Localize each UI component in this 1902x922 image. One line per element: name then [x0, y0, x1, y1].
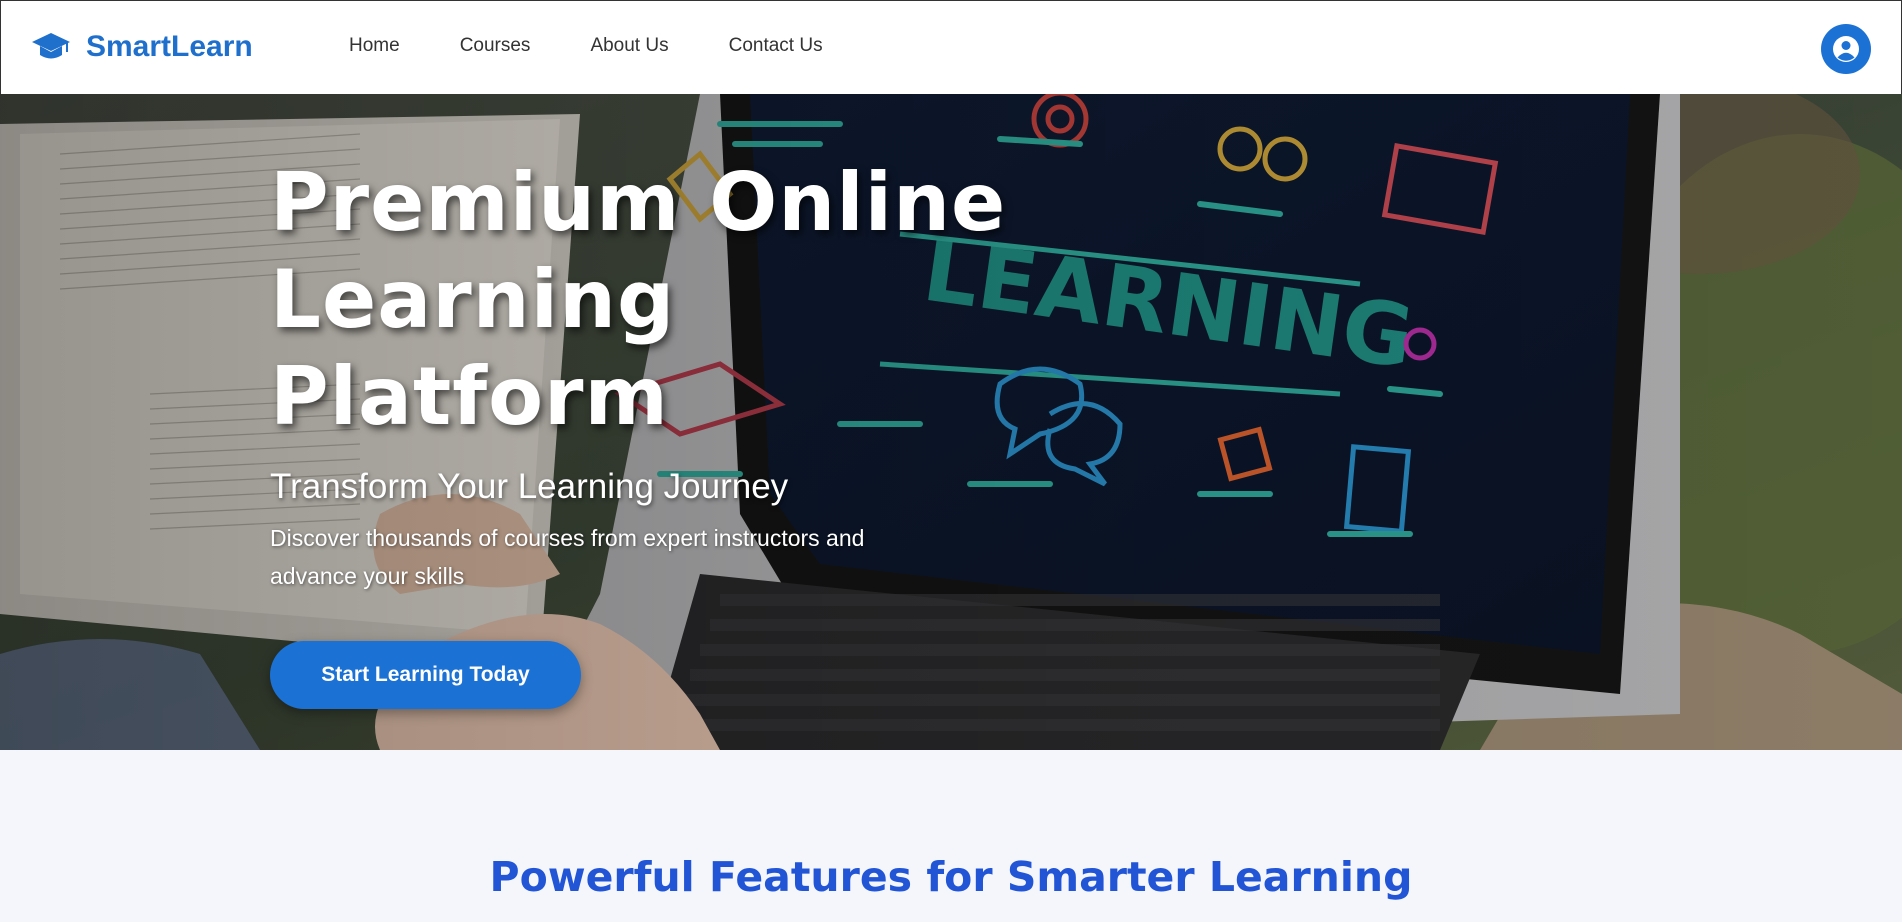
- nav-home[interactable]: Home: [349, 35, 400, 57]
- profile-button[interactable]: [1821, 24, 1871, 74]
- nav-contact-us[interactable]: Contact Us: [729, 35, 823, 57]
- nav-about-us[interactable]: About Us: [590, 35, 668, 57]
- features-section: Powerful Features for Smarter Learning: [0, 750, 1902, 922]
- user-circle-icon: [1833, 36, 1859, 62]
- site-header: SmartLearn Home Courses About Us Contact…: [0, 0, 1902, 94]
- hero-content: Premium Online Learning Platform Transfo…: [270, 154, 1170, 709]
- main-nav: Home Courses About Us Contact Us: [349, 35, 883, 57]
- brand-logo[interactable]: SmartLearn: [31, 27, 253, 67]
- features-title: Powerful Features for Smarter Learning: [489, 853, 1413, 901]
- hero-title: Premium Online Learning Platform: [270, 156, 1007, 443]
- start-learning-button[interactable]: Start Learning Today: [270, 641, 581, 709]
- brand-name: SmartLearn: [86, 30, 253, 63]
- hero-subtitle: Transform Your Learning Journey: [270, 467, 789, 506]
- nav-courses[interactable]: Courses: [460, 35, 531, 57]
- hero-description: Discover thousands of courses from exper…: [270, 525, 865, 589]
- graduation-cap-icon: [32, 33, 70, 59]
- hero-section: LEARNING: [0, 94, 1902, 750]
